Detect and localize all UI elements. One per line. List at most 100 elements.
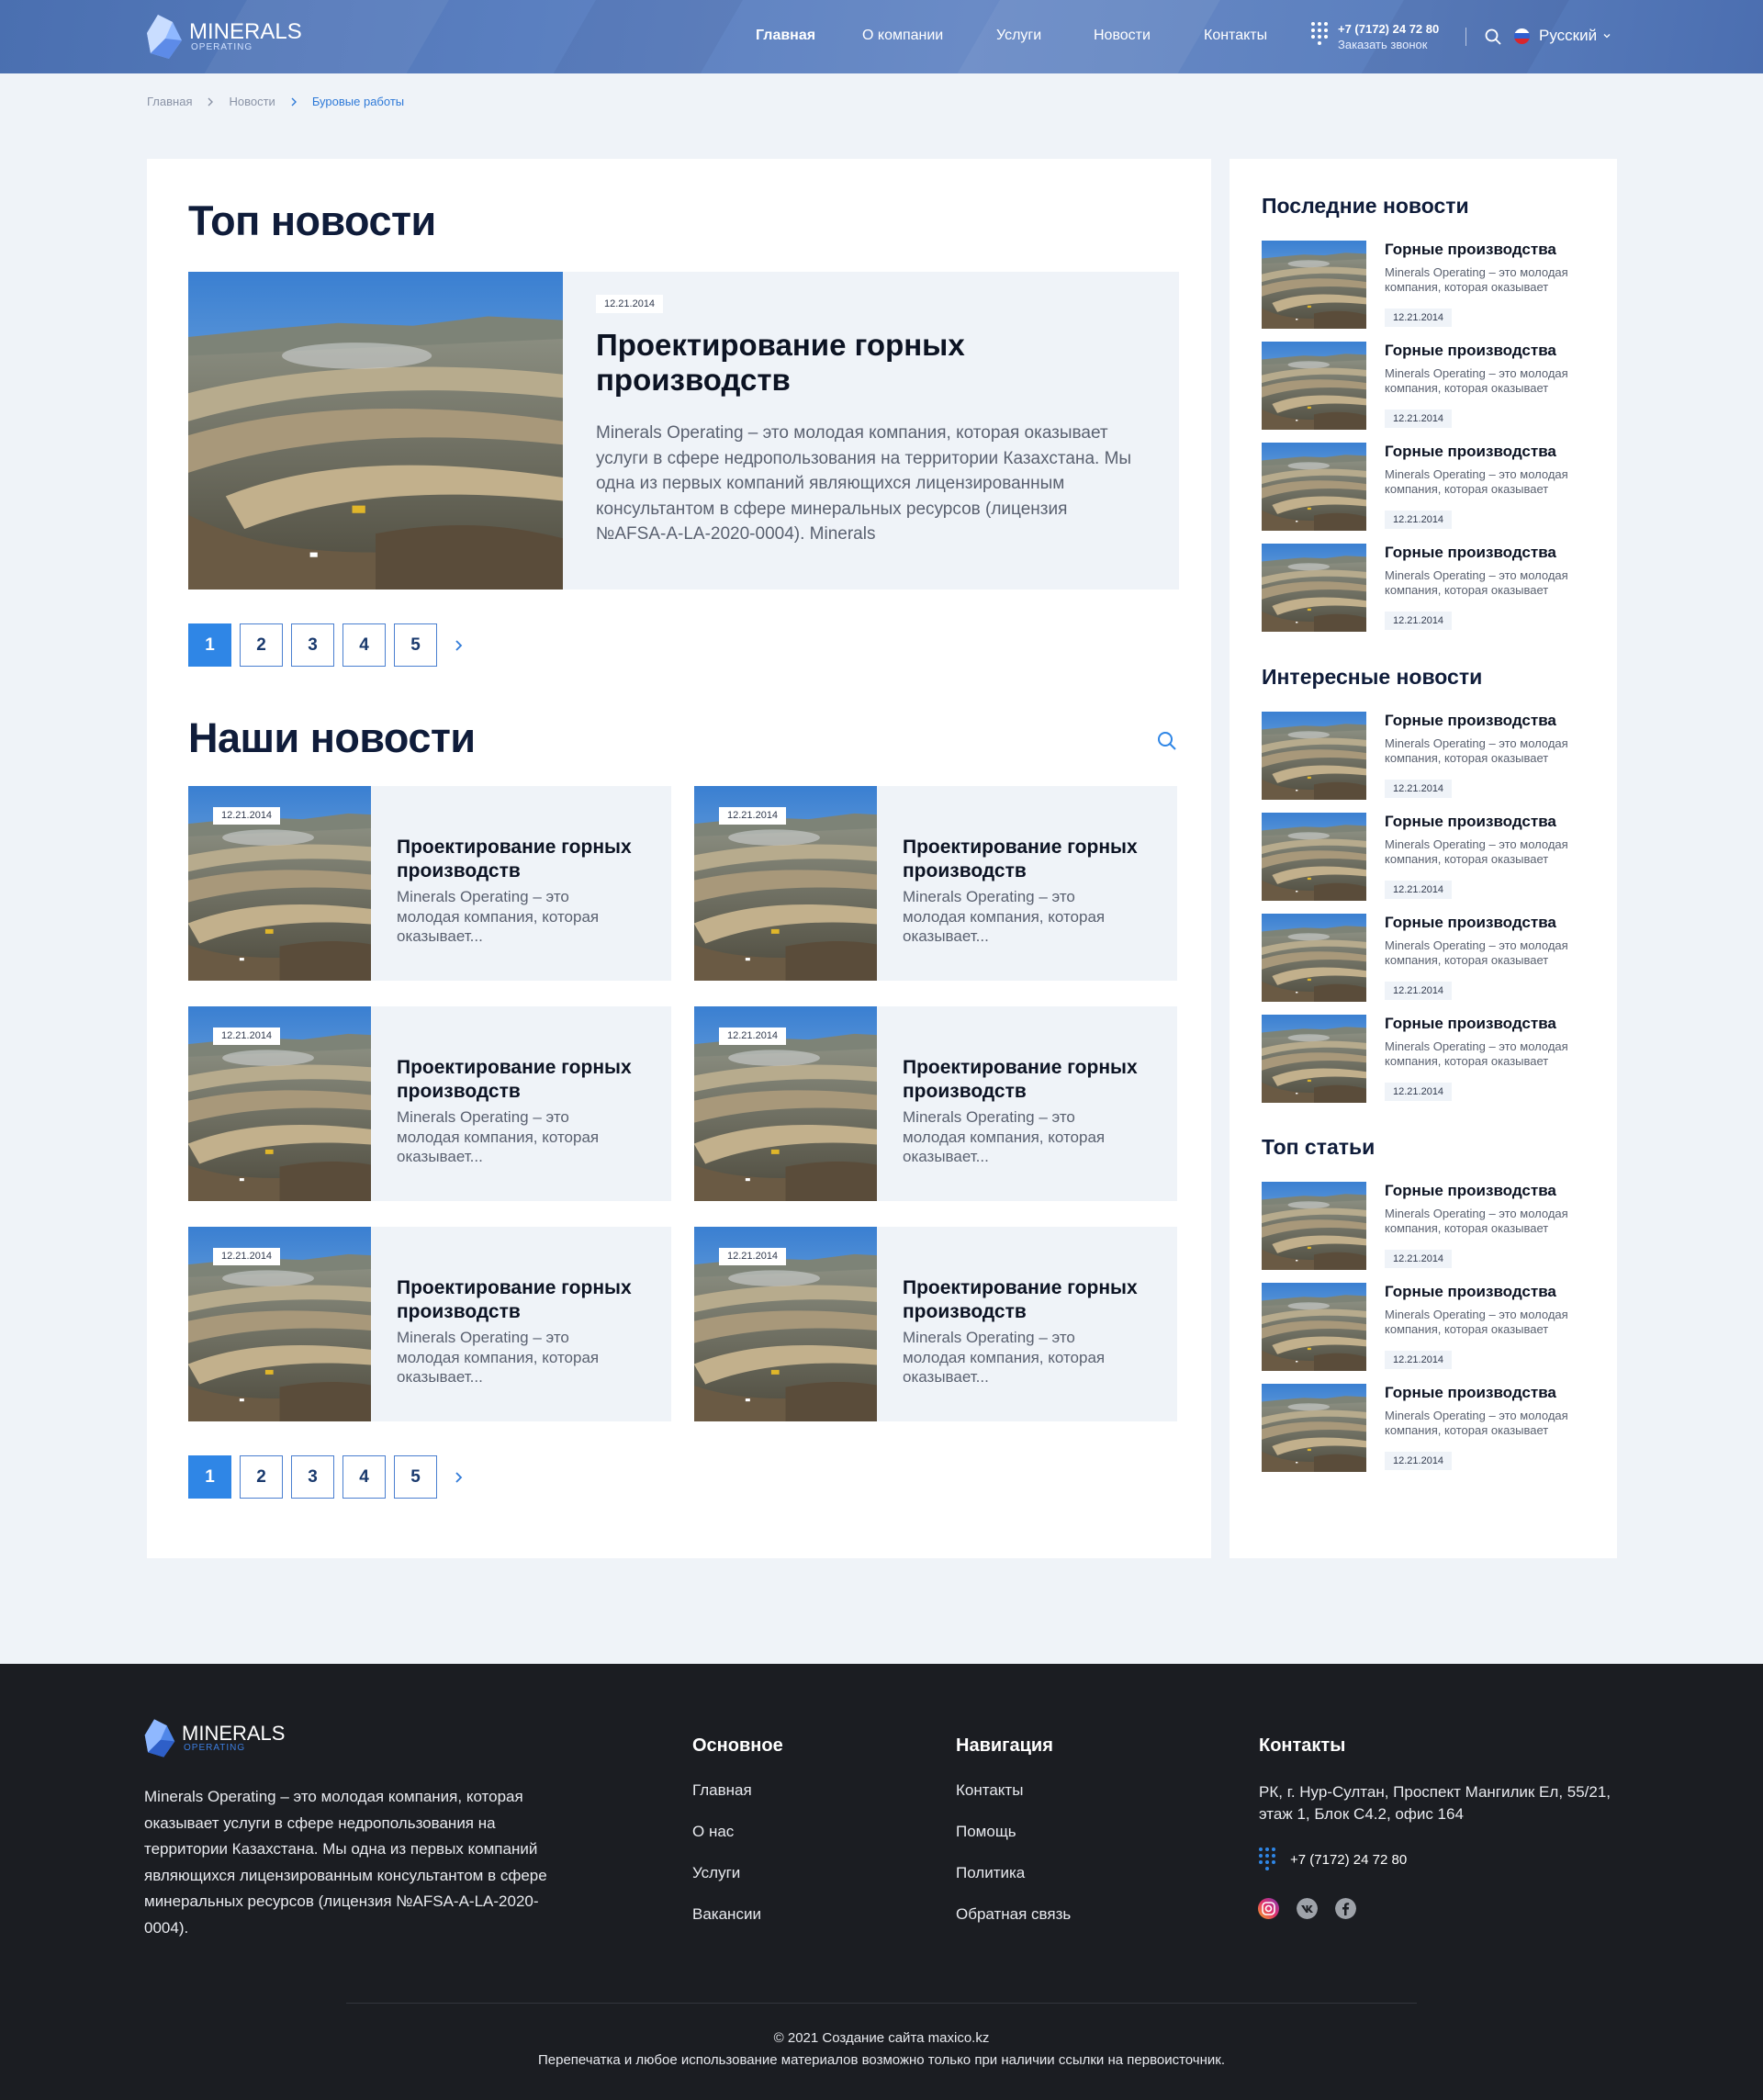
news-title[interactable]: Проектирование горных производств bbox=[397, 836, 654, 883]
russia-flag-icon bbox=[1514, 28, 1530, 44]
news-date: 12.21.2014 bbox=[719, 1248, 787, 1265]
sidebar-news-title[interactable]: Горные производства bbox=[1385, 813, 1568, 831]
page-5-button[interactable]: 5 bbox=[394, 1455, 437, 1499]
footer-link-contacts[interactable]: Контакты bbox=[956, 1781, 1023, 1800]
site-logo[interactable]: MINERALS OPERATING bbox=[145, 13, 302, 61]
nav-services[interactable]: Услуги bbox=[996, 28, 1041, 44]
news-card[interactable]: 12.21.2014 Проектирование горных производ… bbox=[694, 1227, 1177, 1421]
sidebar-news-photo bbox=[1262, 241, 1366, 329]
callback-link[interactable]: Заказать звонок bbox=[1338, 38, 1427, 51]
news-title[interactable]: Проектирование горных производств bbox=[903, 1276, 1160, 1324]
breadcrumb-home[interactable]: Главная bbox=[147, 95, 192, 108]
top-news-date: 12.21.2014 bbox=[596, 295, 664, 313]
search-icon[interactable] bbox=[1485, 28, 1501, 45]
footer-link-policy[interactable]: Политика bbox=[956, 1864, 1025, 1882]
nav-contacts[interactable]: Контакты bbox=[1204, 28, 1267, 44]
next-page-icon[interactable] bbox=[453, 1471, 466, 1484]
footer-notice: Перепечатка и любое использование матери… bbox=[537, 2052, 1226, 2068]
news-card[interactable]: 12.21.2014 Проектирование горных производ… bbox=[188, 786, 671, 981]
our-news-heading: Наши новости bbox=[188, 714, 476, 761]
news-date: 12.21.2014 bbox=[719, 1028, 787, 1045]
header-phone-number[interactable]: +7 (7172) 24 72 80 bbox=[1338, 22, 1439, 36]
sidebar-news-date: 12.21.2014 bbox=[1385, 410, 1453, 428]
page-4-button[interactable]: 4 bbox=[342, 623, 386, 667]
language-select[interactable]: Русский bbox=[1514, 27, 1611, 45]
sidebar-news-date: 12.21.2014 bbox=[1385, 1351, 1453, 1369]
footer-link-feedback[interactable]: Обратная связь bbox=[956, 1905, 1071, 1924]
top-news-photo bbox=[188, 272, 563, 590]
sidebar-news-item[interactable]: Горные производства Minerals Operating – … bbox=[1262, 1384, 1592, 1472]
page-3-button[interactable]: 3 bbox=[291, 623, 334, 667]
footer-link-services[interactable]: Услуги bbox=[692, 1864, 740, 1882]
footer-link-about[interactable]: О нас bbox=[692, 1823, 734, 1841]
page-1-button[interactable]: 1 bbox=[188, 1455, 231, 1499]
page-2-button[interactable]: 2 bbox=[240, 623, 283, 667]
page-4-button[interactable]: 4 bbox=[342, 1455, 386, 1499]
news-title[interactable]: Проектирование горных производств bbox=[903, 1056, 1160, 1104]
footer-link-vacancies[interactable]: Вакансии bbox=[692, 1905, 761, 1924]
news-title[interactable]: Проектирование горных производств bbox=[903, 836, 1160, 883]
sidebar-news-excerpt: Minerals Operating – это молодая компани… bbox=[1385, 1308, 1568, 1336]
footer-address: РК, г. Нур-Султан, Проспект Мангилик Ел,… bbox=[1259, 1783, 1611, 1823]
sidebar-news-title[interactable]: Горные производства bbox=[1385, 712, 1568, 730]
sidebar-news-excerpt: Minerals Operating – это молодая компани… bbox=[1385, 1039, 1568, 1068]
footer-phone[interactable]: +7 (7172) 24 72 80 bbox=[1259, 1847, 1407, 1871]
page-3-button[interactable]: 3 bbox=[291, 1455, 334, 1499]
sidebar-news-title[interactable]: Горные производства bbox=[1385, 1384, 1568, 1402]
footer-link-help[interactable]: Помощь bbox=[956, 1823, 1016, 1841]
news-card[interactable]: 12.21.2014 Проектирование горных производ… bbox=[694, 1006, 1177, 1201]
sidebar-news-date: 12.21.2014 bbox=[1385, 612, 1453, 630]
page-2-button[interactable]: 2 bbox=[240, 1455, 283, 1499]
nav-about[interactable]: О компании bbox=[862, 28, 943, 44]
top-news-title[interactable]: Проектирование горных производств bbox=[596, 328, 1073, 398]
sidebar-news-item[interactable]: Горные производства Minerals Operating – … bbox=[1262, 342, 1592, 430]
sidebar-news-title[interactable]: Горные производства bbox=[1385, 1015, 1568, 1033]
news-card[interactable]: 12.21.2014 Проектирование горных производ… bbox=[188, 1227, 671, 1421]
sidebar-news-title[interactable]: Горные производства bbox=[1385, 443, 1568, 461]
vk-icon[interactable] bbox=[1297, 1898, 1318, 1919]
sidebar-news-excerpt: Minerals Operating – это молодая компани… bbox=[1385, 938, 1568, 967]
news-title[interactable]: Проектирование горных производств bbox=[397, 1276, 654, 1324]
breadcrumb: Главная Новости Буровые работы bbox=[147, 95, 404, 108]
sidebar-news-photo bbox=[1262, 1283, 1366, 1371]
page-5-button[interactable]: 5 bbox=[394, 623, 437, 667]
logo-name: MINERALS bbox=[182, 1722, 286, 1745]
facebook-icon[interactable] bbox=[1335, 1898, 1356, 1919]
footer-logo[interactable]: MINERALS OPERATING bbox=[143, 1717, 285, 1759]
footer-nav-heading: Навигация bbox=[956, 1735, 1053, 1756]
sidebar-news-title[interactable]: Горные производства bbox=[1385, 342, 1568, 360]
breadcrumb-news[interactable]: Новости bbox=[229, 95, 275, 108]
footer-copyright[interactable]: © 2021 Создание сайта maxico.kz bbox=[0, 2030, 1763, 2046]
sidebar-news-item[interactable]: Горные производства Minerals Operating – … bbox=[1262, 1182, 1592, 1270]
sidebar-news-item[interactable]: Горные производства Minerals Operating – … bbox=[1262, 712, 1592, 800]
footer-phone-number: +7 (7172) 24 72 80 bbox=[1290, 1851, 1408, 1868]
nav-news[interactable]: Новости bbox=[1094, 28, 1151, 44]
news-search-icon[interactable] bbox=[1157, 731, 1177, 751]
news-card[interactable]: 12.21.2014 Проектирование горных производ… bbox=[188, 1006, 671, 1201]
news-card[interactable]: 12.21.2014 Проектирование горных производ… bbox=[694, 786, 1177, 981]
news-title[interactable]: Проектирование горных производств bbox=[397, 1056, 654, 1104]
main-content: Топ новости 12.21.2014 Проектирование го… bbox=[147, 159, 1211, 1558]
sidebar-news-item[interactable]: Горные производства Minerals Operating – … bbox=[1262, 544, 1592, 632]
sidebar-news-title[interactable]: Горные производства bbox=[1385, 1182, 1568, 1200]
sidebar-news-item[interactable]: Горные производства Minerals Operating – … bbox=[1262, 914, 1592, 1002]
sidebar-news-title[interactable]: Горные производства bbox=[1385, 1283, 1568, 1301]
sidebar-news-item[interactable]: Горные производства Minerals Operating – … bbox=[1262, 241, 1592, 329]
sidebar-news-item[interactable]: Горные производства Minerals Operating – … bbox=[1262, 1283, 1592, 1371]
next-page-icon[interactable] bbox=[453, 639, 466, 652]
sidebar-news-item[interactable]: Горные производства Minerals Operating – … bbox=[1262, 1015, 1592, 1103]
sidebar-news-item[interactable]: Горные производства Minerals Operating – … bbox=[1262, 813, 1592, 901]
page-1-button[interactable]: 1 bbox=[188, 623, 231, 667]
sidebar-news-title[interactable]: Горные производства bbox=[1385, 241, 1568, 259]
news-date: 12.21.2014 bbox=[213, 1028, 281, 1045]
instagram-icon[interactable] bbox=[1258, 1898, 1279, 1919]
sidebar-news-title[interactable]: Горные производства bbox=[1385, 914, 1568, 932]
footer-link-home[interactable]: Главная bbox=[692, 1781, 752, 1800]
sidebar-news-item[interactable]: Горные производства Minerals Operating – … bbox=[1262, 443, 1592, 531]
top-news-card[interactable]: 12.21.2014 Проектирование горных произво… bbox=[188, 272, 1179, 590]
sidebar-news-date: 12.21.2014 bbox=[1385, 309, 1453, 327]
nav-home[interactable]: Главная bbox=[756, 28, 815, 44]
sidebar-news-title[interactable]: Горные производства bbox=[1385, 544, 1568, 562]
sidebar-news-date: 12.21.2014 bbox=[1385, 1452, 1453, 1470]
logo-sub: OPERATING bbox=[191, 42, 253, 52]
